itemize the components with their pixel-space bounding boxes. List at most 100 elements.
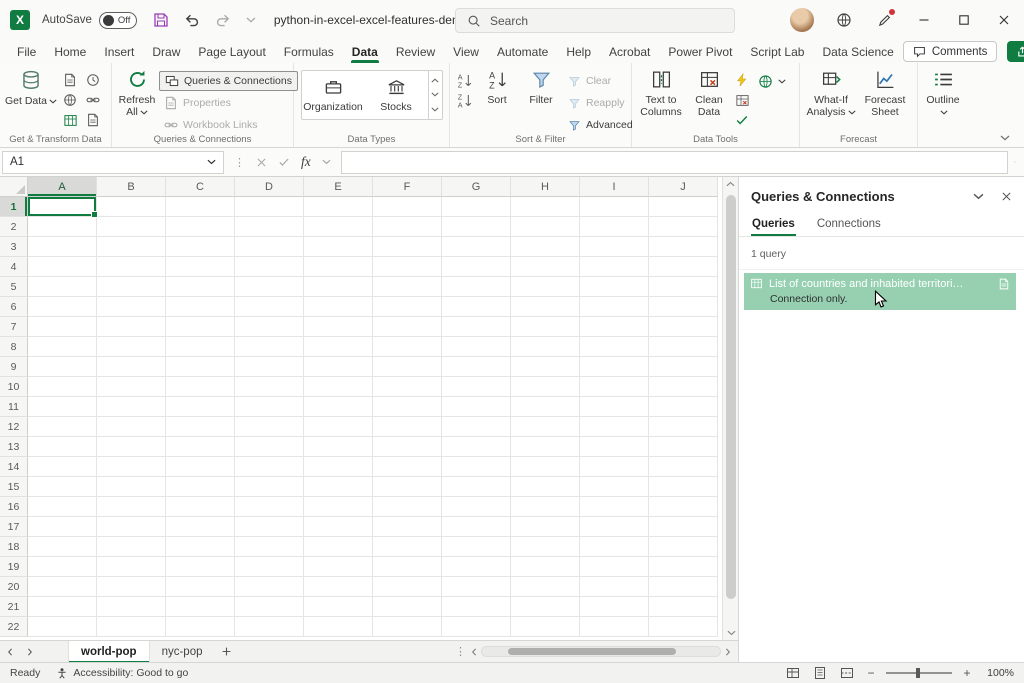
cell-B11[interactable]: [97, 397, 166, 417]
workbook-links-button[interactable]: Workbook Links: [159, 115, 298, 135]
cell-E22[interactable]: [304, 617, 373, 637]
view-page-break-icon[interactable]: [838, 664, 856, 682]
cell-J9[interactable]: [649, 357, 718, 377]
cell-D1[interactable]: [235, 197, 304, 217]
cell-J13[interactable]: [649, 437, 718, 457]
scroll-up-icon[interactable]: [723, 177, 738, 191]
cell-D21[interactable]: [235, 597, 304, 617]
filter-button[interactable]: Filter: [519, 65, 563, 106]
previous-sheet-icon[interactable]: [0, 641, 20, 663]
cell-E18[interactable]: [304, 537, 373, 557]
sheet-icon[interactable]: [998, 278, 1010, 290]
ribbon-tab-data-science[interactable]: Data Science: [813, 40, 902, 63]
cell-D18[interactable]: [235, 537, 304, 557]
zoom-slider-thumb[interactable]: [916, 668, 920, 678]
autosave-toggle[interactable]: Off: [99, 12, 137, 29]
cell-F18[interactable]: [373, 537, 442, 557]
cell-C20[interactable]: [166, 577, 235, 597]
cell-J11[interactable]: [649, 397, 718, 417]
cell-H7[interactable]: [511, 317, 580, 337]
cell-B14[interactable]: [97, 457, 166, 477]
reapply-button[interactable]: Reapply: [563, 93, 638, 113]
cell-D6[interactable]: [235, 297, 304, 317]
cell-H11[interactable]: [511, 397, 580, 417]
cell-J17[interactable]: [649, 517, 718, 537]
cell-F15[interactable]: [373, 477, 442, 497]
cell-H21[interactable]: [511, 597, 580, 617]
row-header-10[interactable]: 10: [0, 377, 28, 397]
qat-chevron-icon[interactable]: [246, 17, 256, 23]
cell-D11[interactable]: [235, 397, 304, 417]
cell-C18[interactable]: [166, 537, 235, 557]
cell-F10[interactable]: [373, 377, 442, 397]
text-to-columns-button[interactable]: Text to Columns: [635, 65, 687, 119]
recent-sources-icon[interactable]: [82, 71, 104, 89]
cell-G16[interactable]: [442, 497, 511, 517]
row-header-19[interactable]: 19: [0, 557, 28, 577]
minimize-button[interactable]: [904, 0, 944, 40]
cell-H8[interactable]: [511, 337, 580, 357]
get-data-button[interactable]: Get Data: [3, 65, 59, 107]
cell-J20[interactable]: [649, 577, 718, 597]
cell-B5[interactable]: [97, 277, 166, 297]
cell-C10[interactable]: [166, 377, 235, 397]
cell-A20[interactable]: [28, 577, 97, 597]
cell-B21[interactable]: [97, 597, 166, 617]
cell-A19[interactable]: [28, 557, 97, 577]
cell-I4[interactable]: [580, 257, 649, 277]
cell-D10[interactable]: [235, 377, 304, 397]
cell-I21[interactable]: [580, 597, 649, 617]
cell-G14[interactable]: [442, 457, 511, 477]
cell-F4[interactable]: [373, 257, 442, 277]
queries-and-connections-button[interactable]: Queries & Connections: [159, 71, 298, 91]
cell-A13[interactable]: [28, 437, 97, 457]
cell-B20[interactable]: [97, 577, 166, 597]
cell-E11[interactable]: [304, 397, 373, 417]
sheet-tab-world-pop[interactable]: world-pop: [68, 641, 150, 663]
cell-I15[interactable]: [580, 477, 649, 497]
column-header-H[interactable]: H: [511, 177, 580, 197]
cell-C5[interactable]: [166, 277, 235, 297]
cell-D4[interactable]: [235, 257, 304, 277]
cell-J19[interactable]: [649, 557, 718, 577]
ribbon-tab-data[interactable]: Data: [343, 40, 387, 63]
cell-J18[interactable]: [649, 537, 718, 557]
cell-D7[interactable]: [235, 317, 304, 337]
cell-B12[interactable]: [97, 417, 166, 437]
cell-H22[interactable]: [511, 617, 580, 637]
cell-C19[interactable]: [166, 557, 235, 577]
cell-B10[interactable]: [97, 377, 166, 397]
cell-I18[interactable]: [580, 537, 649, 557]
formula-input[interactable]: [341, 151, 1008, 174]
cell-E15[interactable]: [304, 477, 373, 497]
cell-B7[interactable]: [97, 317, 166, 337]
scroll-left-icon[interactable]: [471, 648, 477, 656]
cell-C6[interactable]: [166, 297, 235, 317]
ribbon-tab-power-pivot[interactable]: Power Pivot: [659, 40, 741, 63]
expand-formula-bar-icon[interactable]: [1014, 159, 1024, 165]
accessibility-status[interactable]: Accessibility: Good to go: [56, 667, 188, 679]
cell-I10[interactable]: [580, 377, 649, 397]
cell-E14[interactable]: [304, 457, 373, 477]
cell-C4[interactable]: [166, 257, 235, 277]
cell-J2[interactable]: [649, 217, 718, 237]
redo-icon[interactable]: [215, 12, 231, 28]
cell-G6[interactable]: [442, 297, 511, 317]
share-button[interactable]: Share: [1007, 41, 1024, 62]
row-header-5[interactable]: 5: [0, 277, 28, 297]
organization-data-type[interactable]: Organization: [302, 71, 365, 119]
cell-G9[interactable]: [442, 357, 511, 377]
cell-C14[interactable]: [166, 457, 235, 477]
remove-duplicates-icon[interactable]: [731, 91, 753, 109]
scroll-right-icon[interactable]: [725, 648, 731, 656]
cell-G17[interactable]: [442, 517, 511, 537]
cell-E20[interactable]: [304, 577, 373, 597]
cell-I8[interactable]: [580, 337, 649, 357]
cell-I12[interactable]: [580, 417, 649, 437]
cell-H20[interactable]: [511, 577, 580, 597]
cell-G19[interactable]: [442, 557, 511, 577]
cell-J10[interactable]: [649, 377, 718, 397]
pane-chevron-down-icon[interactable]: [973, 193, 984, 200]
ribbon-tab-automate[interactable]: Automate: [488, 40, 557, 63]
column-header-B[interactable]: B: [97, 177, 166, 197]
